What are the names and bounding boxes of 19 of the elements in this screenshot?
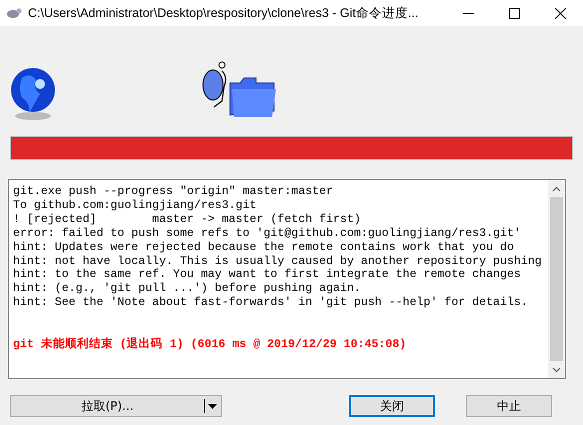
log-line: hint: Updates were rejected because the remote contains work that you do	[13, 240, 515, 255]
dropdown-button[interactable]	[204, 395, 222, 417]
log-line: error: failed to push some refs to 'git@github.com:guolingjiang/res3.git'	[13, 226, 522, 241]
caret-icon	[208, 404, 217, 408]
close-icon	[554, 8, 566, 18]
result-message: git 未能顺利结束 (退出码 1) (6016 ms @ 2019/12/29 10:45:08)	[13, 338, 408, 352]
window-title: C:\Users\Administrator\Desktop\respository\clone\res3 - Git命令进度...	[28, 4, 420, 22]
maximize-icon	[508, 8, 520, 18]
dialog-button[interactable]: 关闭	[349, 395, 435, 417]
log-line: ! [rejected] master -> master (fetch first)	[13, 212, 362, 227]
log-line: git.exe push --progress "origin" master:master	[13, 185, 334, 199]
log-line: hint: not have locally. This is usually caused by another repository pushing	[13, 254, 543, 268]
log-line: hint: to the same ref. You may want to first integrate the remote changes	[13, 268, 522, 282]
dialog-button[interactable]: 中止	[466, 395, 552, 417]
log-line: hint: (e.g., 'git pull ...') before pushing again.	[13, 282, 362, 296]
log-line: hint: See the 'Note about fast-forwards' in 'git push --help' for details.	[13, 296, 529, 310]
log-line: To github.com:guolingjiang/res3.git	[13, 198, 258, 213]
pull-button[interactable]: 拉取(P)...	[10, 395, 204, 417]
scrollbar[interactable]	[548, 180, 565, 378]
